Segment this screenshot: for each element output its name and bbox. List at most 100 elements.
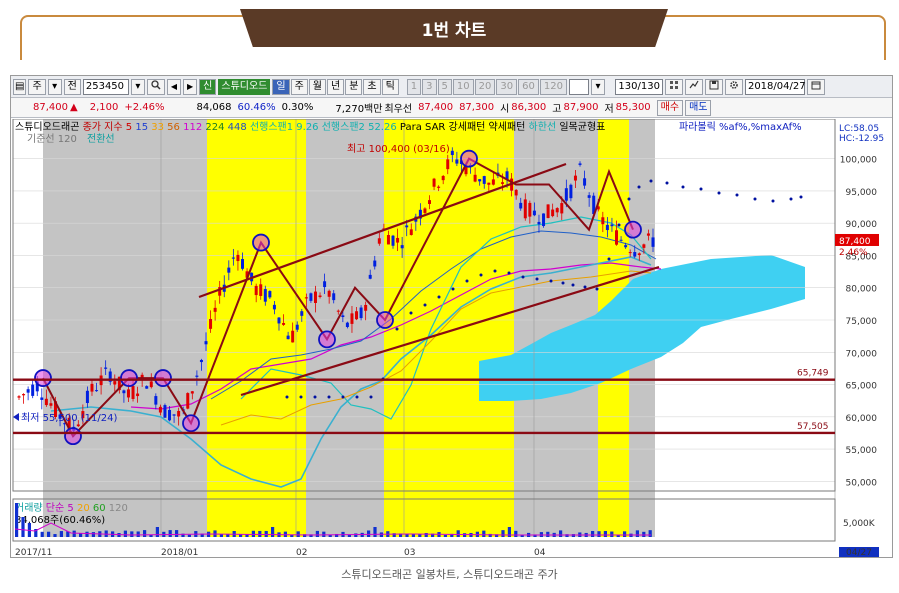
trade-amount: 7,270백만 xyxy=(335,104,383,115)
candle-body xyxy=(446,159,450,170)
interval-dropdown-button[interactable]: ▾ xyxy=(590,78,605,95)
ju-dropdown-button[interactable]: ▾ xyxy=(47,78,62,95)
low-annotation: 최저 55,500 (11/24) xyxy=(21,412,117,424)
legend-pattern-bear: 약세패턴 xyxy=(489,121,526,133)
candle-body xyxy=(564,188,568,201)
candle-body xyxy=(560,203,564,214)
candle-body xyxy=(610,224,614,227)
volume-bar xyxy=(501,530,505,537)
candle-body xyxy=(163,405,167,418)
volume-legend: 거래량 단순 5 20 60 120 xyxy=(15,502,128,514)
period-buttons: 일주월년분초틱 xyxy=(272,78,399,95)
candle-body xyxy=(26,389,30,393)
gear-icon[interactable] xyxy=(724,78,743,95)
candle-body xyxy=(491,179,495,185)
ju-button[interactable]: 주 xyxy=(28,78,46,95)
interval-button[interactable]: 120 xyxy=(539,78,567,95)
legend-base-line: 기준선 120 xyxy=(27,133,77,145)
jeon-button[interactable]: 전 xyxy=(63,78,81,95)
volume-bar xyxy=(559,530,563,537)
volume-bar xyxy=(21,517,25,537)
interval-button[interactable]: 10 xyxy=(452,78,474,95)
stock-name-label: 스튜디오드 xyxy=(218,78,271,95)
interval-button[interactable]: 20 xyxy=(474,78,496,95)
pattern-marker xyxy=(318,330,336,349)
legend-stock-name: 스튜디오드래곤 xyxy=(15,121,79,133)
interval-button[interactable]: 5 xyxy=(437,78,452,95)
candle-body xyxy=(231,257,235,259)
candle-body xyxy=(286,335,290,340)
candle-body xyxy=(619,239,623,241)
interval-button[interactable]: 30 xyxy=(496,78,518,95)
y-tick-label: 50,000 xyxy=(846,478,878,488)
current-price: 87,400 xyxy=(33,102,68,113)
candle-body xyxy=(236,254,240,262)
candle-body xyxy=(323,281,327,288)
candle-body xyxy=(437,186,441,188)
volume-legend-label: 거래량 xyxy=(15,502,43,514)
search-icon[interactable] xyxy=(146,78,165,95)
candle-body xyxy=(377,238,381,244)
volume-value: 84,068 xyxy=(196,102,232,113)
y-tick-label: 80,000 xyxy=(846,285,878,295)
x-tick-label: 2017/11 xyxy=(15,548,52,557)
period-button[interactable]: 일 xyxy=(272,78,290,95)
price-legend: 스튜디오드래곤 종가 지수 5 15 33 56 112 224 448 선행스… xyxy=(15,120,605,133)
sell-button[interactable]: 매도 xyxy=(685,99,712,116)
sar-dot xyxy=(595,287,599,291)
period-button[interactable]: 초 xyxy=(363,78,381,95)
candle-body xyxy=(332,293,336,301)
volume-bar xyxy=(514,530,518,537)
pattern-marker xyxy=(34,369,52,387)
calendar-icon[interactable] xyxy=(806,78,825,95)
candle-body xyxy=(355,311,359,320)
legend-ma-value: 15 xyxy=(135,122,148,133)
period-band xyxy=(43,119,207,537)
price-chart[interactable]: 65,749 57,505 최고 100,400 (03/16) 최저 55,500 … xyxy=(11,119,892,557)
date-input[interactable]: 2018/04/27 xyxy=(744,78,806,95)
sar-dot xyxy=(451,287,455,291)
interval-button[interactable]: 60 xyxy=(518,78,539,95)
volume-bar xyxy=(251,530,255,537)
interval-input[interactable] xyxy=(568,78,589,95)
next-stock-button[interactable]: ▶ xyxy=(183,78,198,95)
sar-dot xyxy=(465,279,469,283)
interval-button[interactable]: 3 xyxy=(422,78,437,95)
period-button[interactable]: 주 xyxy=(290,78,308,95)
candle-body xyxy=(432,178,436,187)
candle-body xyxy=(304,297,308,299)
save-icon[interactable] xyxy=(704,78,723,95)
candle-body xyxy=(400,245,404,249)
candle-body xyxy=(637,253,641,256)
candle-body xyxy=(190,391,194,394)
period-button[interactable]: 틱 xyxy=(381,78,399,95)
market-dropdown-button[interactable]: ▤ xyxy=(13,78,27,95)
candle-body xyxy=(327,290,331,297)
volume-bar xyxy=(271,527,275,537)
volume-bar xyxy=(15,503,19,537)
buy-button[interactable]: 매수 xyxy=(656,99,684,116)
interval-button[interactable]: 1 xyxy=(406,78,422,95)
stock-code-input[interactable]: 253450 xyxy=(82,78,129,95)
quote-bar: 87,400 ▲ 2,100 +2.46% 84,068 60.46% 0.30… xyxy=(11,98,892,118)
candle-body xyxy=(199,359,203,363)
candle-body xyxy=(177,410,181,417)
grid-icon[interactable] xyxy=(664,78,683,95)
draw-line-icon[interactable] xyxy=(684,78,703,95)
candle-body xyxy=(254,285,258,296)
sar-dot xyxy=(355,395,359,399)
period-button[interactable]: 분 xyxy=(345,78,363,95)
sar-dot xyxy=(521,275,525,279)
current-pct-label: 2.46% xyxy=(839,248,868,258)
count-input[interactable]: 130/130 xyxy=(614,78,663,95)
high-value: 87,900 xyxy=(563,102,599,113)
period-button[interactable]: 년 xyxy=(326,78,345,95)
code-dropdown-button[interactable]: ▾ xyxy=(130,78,145,95)
prev-stock-button[interactable]: ◀ xyxy=(166,78,182,95)
sin-badge[interactable]: 신 xyxy=(199,78,217,95)
high-label: 고 xyxy=(552,104,562,115)
period-button[interactable]: 월 xyxy=(308,78,326,95)
turnover-rate: 0.30% xyxy=(281,102,314,113)
sar-dot xyxy=(617,223,621,227)
candle-body xyxy=(391,235,395,246)
